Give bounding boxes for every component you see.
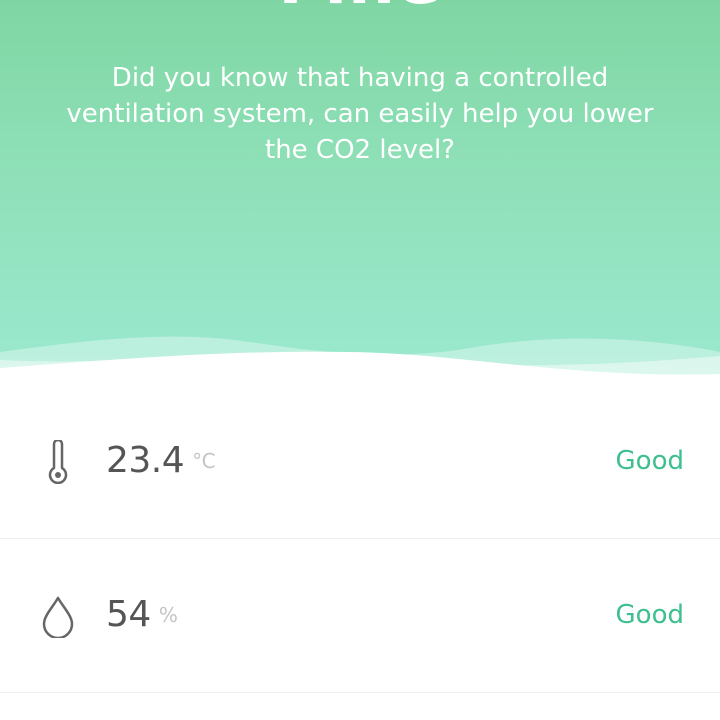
- thermometer-icon: [48, 440, 68, 484]
- status-header: Fine Did you know that having a controll…: [0, 0, 720, 380]
- humidity-value: 54: [106, 594, 151, 635]
- humidity-row[interactable]: 54% Good: [0, 539, 720, 693]
- temperature-row[interactable]: 23.4 °C Good: [0, 385, 720, 539]
- humidity-reading: 54%: [106, 593, 178, 637]
- temperature-reading: 23.4 °C: [106, 439, 216, 483]
- humidity-unit: %: [158, 603, 178, 627]
- ventilation-tip: Did you know that having a controlled ve…: [66, 63, 654, 165]
- air-quality-screen: Fine Did you know that having a controll…: [0, 0, 720, 720]
- wave-divider: [0, 336, 720, 380]
- humidity-status: Good: [615, 600, 684, 630]
- temperature-value: 23.4: [106, 440, 185, 481]
- status-title: Fine: [0, 0, 720, 19]
- temperature-status: Good: [615, 446, 684, 476]
- water-drop-icon: [42, 596, 74, 638]
- temperature-unit: °C: [192, 449, 216, 473]
